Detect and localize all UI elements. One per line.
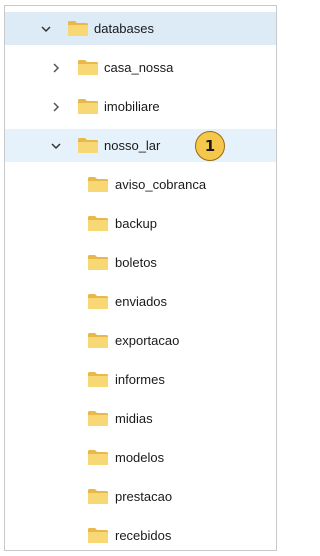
tree-item-boletos[interactable]: boletos bbox=[5, 246, 276, 279]
tree-item-label: informes bbox=[115, 372, 165, 387]
folder-icon bbox=[87, 332, 109, 349]
tree-item-label: modelos bbox=[115, 450, 165, 465]
tree-item-label: midias bbox=[115, 411, 153, 426]
tree-item-label: aviso_cobranca bbox=[115, 177, 207, 192]
folder-icon bbox=[67, 20, 89, 37]
tree-item-label: exportacao bbox=[115, 333, 180, 348]
tree-item-imobiliare[interactable]: imobiliare bbox=[5, 90, 276, 123]
tree-item-prestacao[interactable]: prestacao bbox=[5, 480, 276, 513]
tree-item-label: prestacao bbox=[115, 489, 173, 504]
folder-icon bbox=[87, 488, 109, 505]
tree-item-databases[interactable]: databases bbox=[5, 12, 276, 45]
chevron-down-icon[interactable] bbox=[49, 139, 63, 153]
chevron-right-icon[interactable] bbox=[49, 61, 63, 75]
tree-item-label: boletos bbox=[115, 255, 157, 270]
folder-icon bbox=[77, 59, 99, 76]
folder-icon bbox=[87, 215, 109, 232]
folder-icon bbox=[87, 527, 109, 544]
step-number-badge: 1 bbox=[195, 130, 225, 161]
tree-item-aviso-cobranca[interactable]: aviso_cobranca bbox=[5, 168, 276, 201]
folder-icon bbox=[87, 410, 109, 427]
tree-item-label: imobiliare bbox=[104, 99, 160, 114]
tree-item-label: casa_nossa bbox=[104, 60, 174, 75]
tree-item-nosso-lar[interactable]: nosso_lar 1 bbox=[5, 129, 276, 162]
chevron-down-icon[interactable] bbox=[39, 22, 53, 36]
tree-item-recebidos[interactable]: recebidos bbox=[5, 519, 276, 552]
tree-item-label: databases bbox=[94, 21, 154, 36]
tree-item-informes[interactable]: informes bbox=[5, 363, 276, 396]
tree-item-casa-nossa[interactable]: casa_nossa bbox=[5, 51, 276, 84]
tree-item-exportacao[interactable]: exportacao bbox=[5, 324, 276, 357]
tree-item-label: nosso_lar bbox=[104, 138, 161, 153]
folder-icon bbox=[87, 449, 109, 466]
chevron-right-icon[interactable] bbox=[49, 100, 63, 114]
tree-item-label: recebidos bbox=[115, 528, 172, 543]
folder-icon bbox=[87, 371, 109, 388]
folder-icon bbox=[87, 254, 109, 271]
tree-item-label: enviados bbox=[115, 294, 168, 309]
folder-icon bbox=[87, 176, 109, 193]
folder-tree-panel: databases casa_nossa imobiliare nosso_la… bbox=[4, 5, 277, 551]
folder-icon bbox=[87, 293, 109, 310]
tree-item-label: backup bbox=[115, 216, 157, 231]
tree-item-backup[interactable]: backup bbox=[5, 207, 276, 240]
folder-icon bbox=[77, 98, 99, 115]
tree-item-enviados[interactable]: enviados bbox=[5, 285, 276, 318]
tree-item-modelos[interactable]: modelos bbox=[5, 441, 276, 474]
tree-item-midias[interactable]: midias bbox=[5, 402, 276, 435]
folder-icon bbox=[77, 137, 99, 154]
